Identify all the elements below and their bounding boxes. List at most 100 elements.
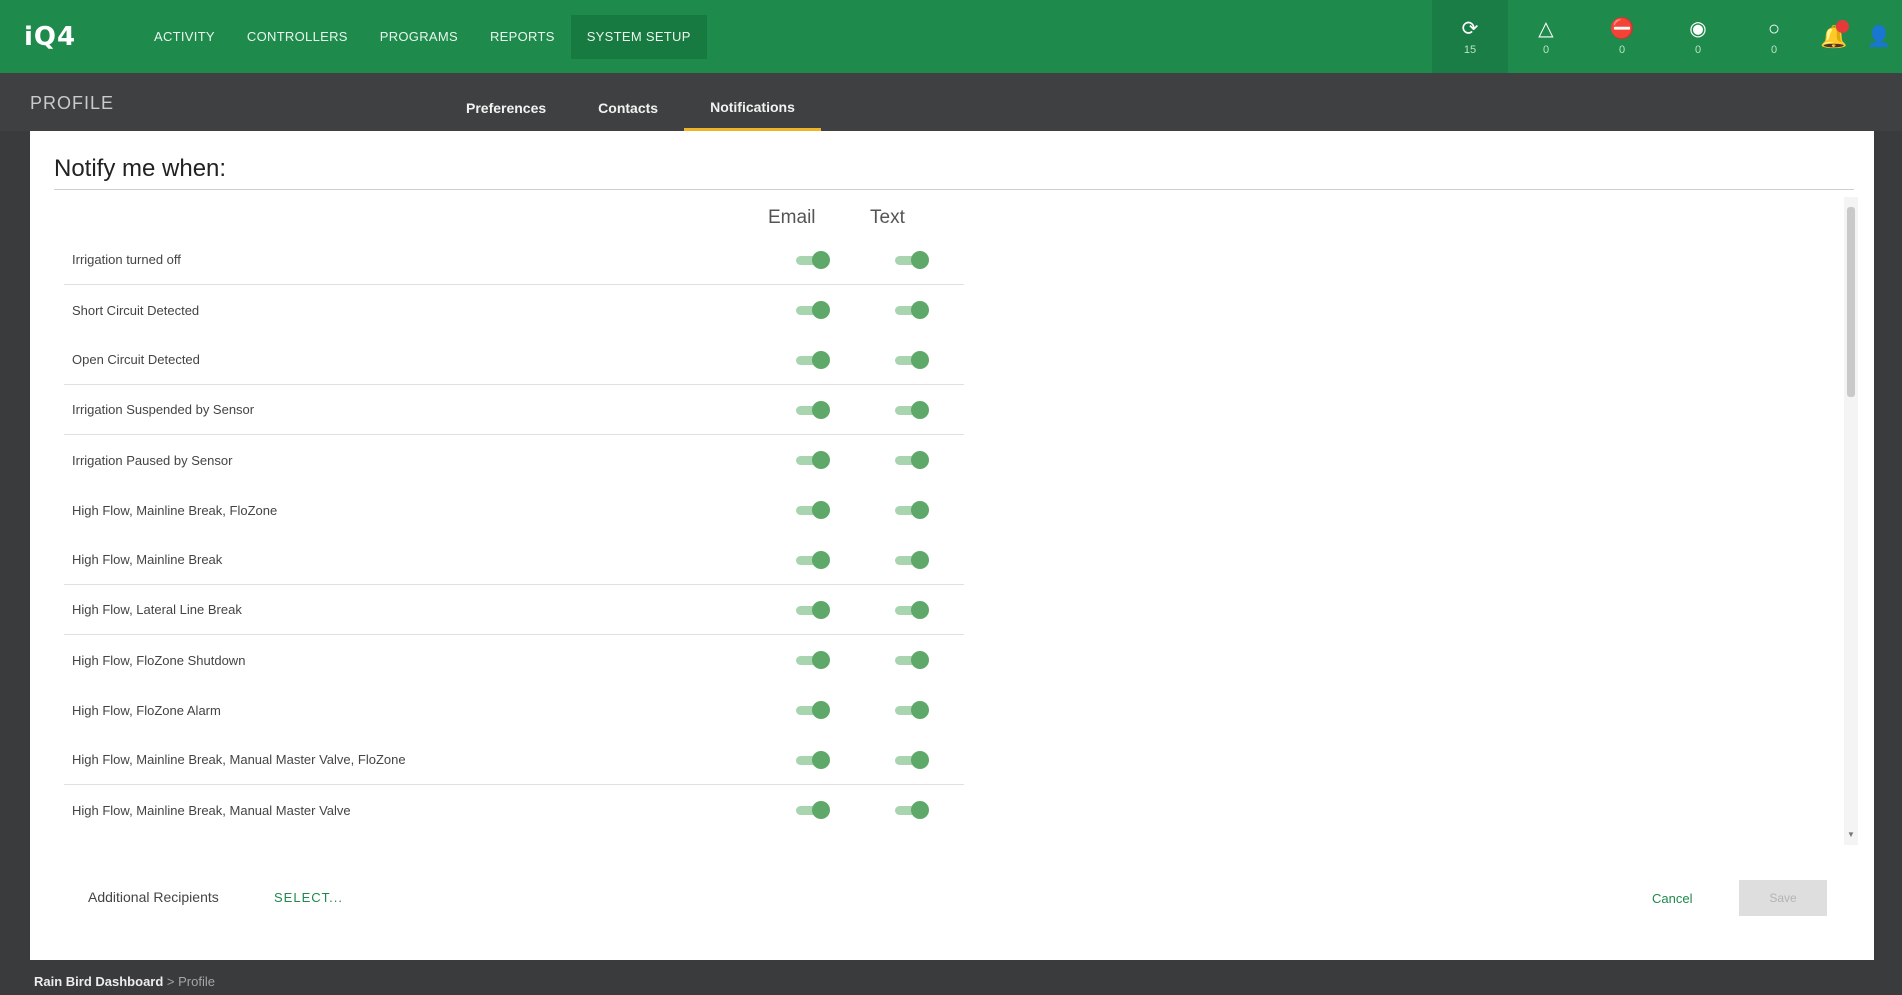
- circle-icon: ○: [1767, 17, 1781, 40]
- toggle-knob: [812, 651, 830, 669]
- text-toggle[interactable]: [895, 551, 929, 569]
- email-toggle[interactable]: [796, 501, 830, 519]
- notifications-card: Notify me when: Email Text Irrigation tu…: [30, 131, 1874, 960]
- email-toggle[interactable]: [796, 651, 830, 669]
- app-logo[interactable]: iQ4: [0, 22, 120, 52]
- toggle-knob: [911, 551, 929, 569]
- toggle-knob: [911, 501, 929, 519]
- warning-icon: △: [1538, 17, 1554, 40]
- email-toggle[interactable]: [796, 551, 830, 569]
- notification-label: High Flow, Lateral Line Break: [72, 602, 242, 617]
- cancel-button[interactable]: Cancel: [1652, 891, 1692, 906]
- nav-activity[interactable]: ACTIVITY: [138, 15, 231, 59]
- email-toggle[interactable]: [796, 801, 830, 819]
- alert-bell-button[interactable]: 🔔: [1812, 0, 1856, 73]
- scroll-down-icon[interactable]: ▼: [1847, 830, 1855, 839]
- tab-preferences[interactable]: Preferences: [440, 73, 572, 131]
- notification-row: High Flow, Lateral Line Break: [64, 585, 964, 635]
- status-warning[interactable]: △ 0: [1508, 0, 1584, 73]
- select-recipients-link[interactable]: SELECT...: [274, 890, 343, 905]
- email-toggle[interactable]: [796, 251, 830, 269]
- email-toggle[interactable]: [796, 701, 830, 719]
- text-toggle[interactable]: [895, 651, 929, 669]
- toggle-knob: [911, 701, 929, 719]
- notification-label: High Flow, FloZone Alarm: [72, 702, 221, 718]
- notification-row: High Flow, Mainline Break, Manual Master…: [64, 735, 964, 785]
- toggle-knob: [812, 801, 830, 819]
- breadcrumb-separator: >: [166, 974, 175, 989]
- user-icon: 👤: [1866, 26, 1892, 48]
- text-toggle[interactable]: [895, 401, 929, 419]
- nav-programs[interactable]: PROGRAMS: [364, 15, 474, 59]
- notification-list: Irrigation turned off Short Circuit Detec…: [64, 235, 964, 835]
- target-icon: ◉: [1689, 17, 1707, 40]
- additional-recipients-label: Additional Recipients: [88, 889, 219, 905]
- status-circle[interactable]: ○ 0: [1736, 0, 1812, 73]
- toggle-knob: [812, 351, 830, 369]
- toggle-knob: [812, 501, 830, 519]
- breadcrumb-root[interactable]: Rain Bird Dashboard: [34, 974, 163, 989]
- email-toggle[interactable]: [796, 301, 830, 319]
- notification-row: High Flow, FloZone Shutdown: [64, 635, 964, 685]
- toggle-knob: [911, 451, 929, 469]
- notification-label: High Flow, Mainline Break, Manual Master…: [72, 802, 351, 818]
- text-toggle[interactable]: [895, 751, 929, 769]
- email-toggle[interactable]: [796, 351, 830, 369]
- circle-count: 0: [1770, 43, 1778, 56]
- notification-label: High Flow, Mainline Break: [72, 552, 223, 567]
- lock-count: 0: [1618, 43, 1626, 56]
- tab-contacts[interactable]: Contacts: [572, 73, 684, 131]
- notification-row: Open Circuit Detected: [64, 335, 964, 385]
- toggle-knob: [911, 251, 929, 269]
- toggle-knob: [911, 801, 929, 819]
- toggle-knob: [812, 701, 830, 719]
- nav-system-setup[interactable]: SYSTEM SETUP: [570, 14, 707, 59]
- email-toggle[interactable]: [796, 601, 830, 619]
- sync-icon: ⟳: [1461, 17, 1479, 40]
- notification-label: High Flow, Mainline Break, FloZone: [72, 502, 278, 518]
- column-header-email: Email: [768, 207, 816, 228]
- toggle-knob: [812, 251, 830, 269]
- save-button[interactable]: Save: [1739, 880, 1827, 916]
- toggle-knob: [911, 751, 929, 769]
- status-sync[interactable]: ⟳ 15: [1432, 0, 1508, 73]
- user-menu-button[interactable]: 👤: [1856, 0, 1902, 73]
- email-toggle[interactable]: [796, 751, 830, 769]
- breadcrumb-current: Profile: [178, 974, 215, 989]
- text-toggle[interactable]: [895, 301, 929, 319]
- notification-row: High Flow, Mainline Break, Manual Master…: [64, 785, 964, 835]
- notification-row: Irrigation Paused by Sensor: [64, 435, 964, 485]
- toggle-knob: [911, 401, 929, 419]
- text-toggle[interactable]: [895, 701, 929, 719]
- text-toggle[interactable]: [895, 251, 929, 269]
- tab-notifications[interactable]: Notifications: [684, 73, 821, 131]
- text-toggle[interactable]: [895, 801, 929, 819]
- status-lock[interactable]: ⛔ 0: [1584, 0, 1660, 73]
- notification-label: Irrigation Suspended by Sensor: [72, 402, 255, 417]
- nav-controllers[interactable]: CONTROLLERS: [231, 15, 364, 59]
- text-toggle[interactable]: [895, 601, 929, 619]
- nav-reports[interactable]: REPORTS: [474, 15, 571, 59]
- toggle-knob: [911, 351, 929, 369]
- toggle-knob: [911, 301, 929, 319]
- status-icon-group: ⟳ 15 △ 0 ⛔ 0 ◉ 0 ○ 0: [1432, 0, 1812, 73]
- text-toggle[interactable]: [895, 451, 929, 469]
- notification-label: Irrigation turned off: [72, 252, 181, 267]
- main-nav: ACTIVITY CONTROLLERS PROGRAMS REPORTS SY…: [138, 14, 707, 59]
- text-toggle[interactable]: [895, 351, 929, 369]
- email-toggle[interactable]: [796, 451, 830, 469]
- toggle-knob: [812, 451, 830, 469]
- notification-row: Irrigation Suspended by Sensor: [64, 385, 964, 435]
- email-toggle[interactable]: [796, 401, 830, 419]
- scrollbar[interactable]: ▼: [1844, 197, 1858, 845]
- notification-label: High Flow, FloZone Shutdown: [72, 652, 246, 668]
- toggle-knob: [812, 401, 830, 419]
- toggle-knob: [812, 551, 830, 569]
- scroll-thumb[interactable]: [1847, 207, 1855, 397]
- text-toggle[interactable]: [895, 501, 929, 519]
- toggle-knob: [812, 301, 830, 319]
- divider: [54, 189, 1854, 190]
- status-target[interactable]: ◉ 0: [1660, 0, 1736, 73]
- profile-tabs: Preferences Contacts Notifications: [440, 73, 821, 131]
- notification-label: Irrigation Paused by Sensor: [72, 452, 233, 468]
